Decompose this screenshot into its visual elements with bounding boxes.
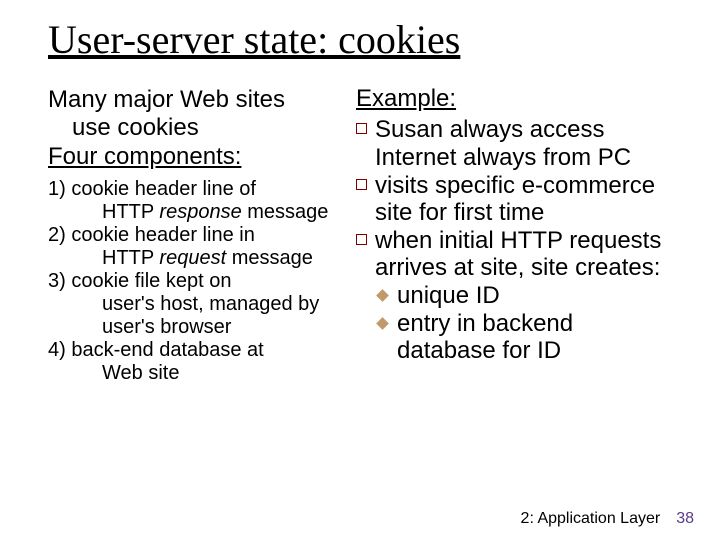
- item-number: 4): [48, 339, 66, 361]
- left-subhead: Four components:: [48, 143, 350, 172]
- diamond-bullet-icon: [376, 289, 389, 302]
- square-bullet-icon: [356, 179, 367, 190]
- item-text-em: response: [159, 201, 241, 223]
- intro-text: Many major Web sites use cookies: [48, 86, 350, 141]
- bullet-item: when initial HTTP requests arrives at si…: [356, 227, 678, 282]
- item-number: 3): [48, 270, 66, 292]
- item-text-em: request: [159, 247, 226, 269]
- slide-title: User-server state: cookies: [48, 18, 684, 62]
- item-number: 1): [48, 178, 66, 200]
- list-item: 1) cookie header line of: [48, 178, 350, 201]
- item-text: back-end database at: [71, 339, 263, 361]
- sub-bullet-item: unique ID: [356, 282, 678, 310]
- columns: Many major Web sites use cookies Four co…: [48, 86, 684, 385]
- list-item: 2) cookie header line in: [48, 224, 350, 247]
- bullet-text: Susan always access Internet always from…: [375, 116, 678, 171]
- square-bullet-icon: [356, 123, 367, 134]
- item-text: cookie header line of: [71, 178, 256, 200]
- numbered-list: 1) cookie header line of HTTP response m…: [48, 178, 350, 385]
- list-item: 3) cookie file kept on: [48, 270, 350, 293]
- right-subhead: Example:: [356, 86, 678, 112]
- sub-bullet-text: entry in backend database for ID: [397, 310, 678, 365]
- bullet-item: Susan always access Internet always from…: [356, 116, 678, 171]
- bullet-list: Susan always access Internet always from…: [356, 116, 678, 364]
- diamond-bullet-icon: [376, 317, 389, 330]
- sub-bullet-item: entry in backend database for ID: [356, 310, 678, 365]
- intro-line-2: use cookies: [48, 114, 350, 142]
- item-text: HTTP: [102, 247, 159, 269]
- item-cont: Web site: [48, 362, 350, 385]
- bullet-item: visits specific e-commerce site for firs…: [356, 172, 678, 227]
- intro-line-1: Many major Web sites: [48, 86, 350, 114]
- item-cont: HTTP request message: [48, 247, 350, 270]
- right-column: Example: Susan always access Internet al…: [356, 86, 678, 385]
- item-text: cookie file kept on: [71, 270, 231, 292]
- square-bullet-icon: [356, 234, 367, 245]
- item-text: cookie header line in: [71, 224, 254, 246]
- footer: 2: Application Layer 38: [521, 510, 694, 528]
- item-text: HTTP: [102, 201, 159, 223]
- item-cont: user's host, managed by: [48, 293, 350, 316]
- bullet-text: visits specific e-commerce site for firs…: [375, 172, 678, 227]
- item-cont: user's browser: [48, 316, 350, 339]
- item-number: 2): [48, 224, 66, 246]
- bullet-text: when initial HTTP requests arrives at si…: [375, 227, 678, 282]
- item-text: message: [242, 201, 329, 223]
- sub-bullet-text: unique ID: [397, 282, 678, 310]
- left-column: Many major Web sites use cookies Four co…: [48, 86, 350, 385]
- chapter-label: 2: Application Layer: [521, 510, 661, 528]
- item-cont: HTTP response message: [48, 201, 350, 224]
- page-number: 38: [676, 510, 694, 528]
- list-item: 4) back-end database at: [48, 339, 350, 362]
- item-text: message: [226, 247, 313, 269]
